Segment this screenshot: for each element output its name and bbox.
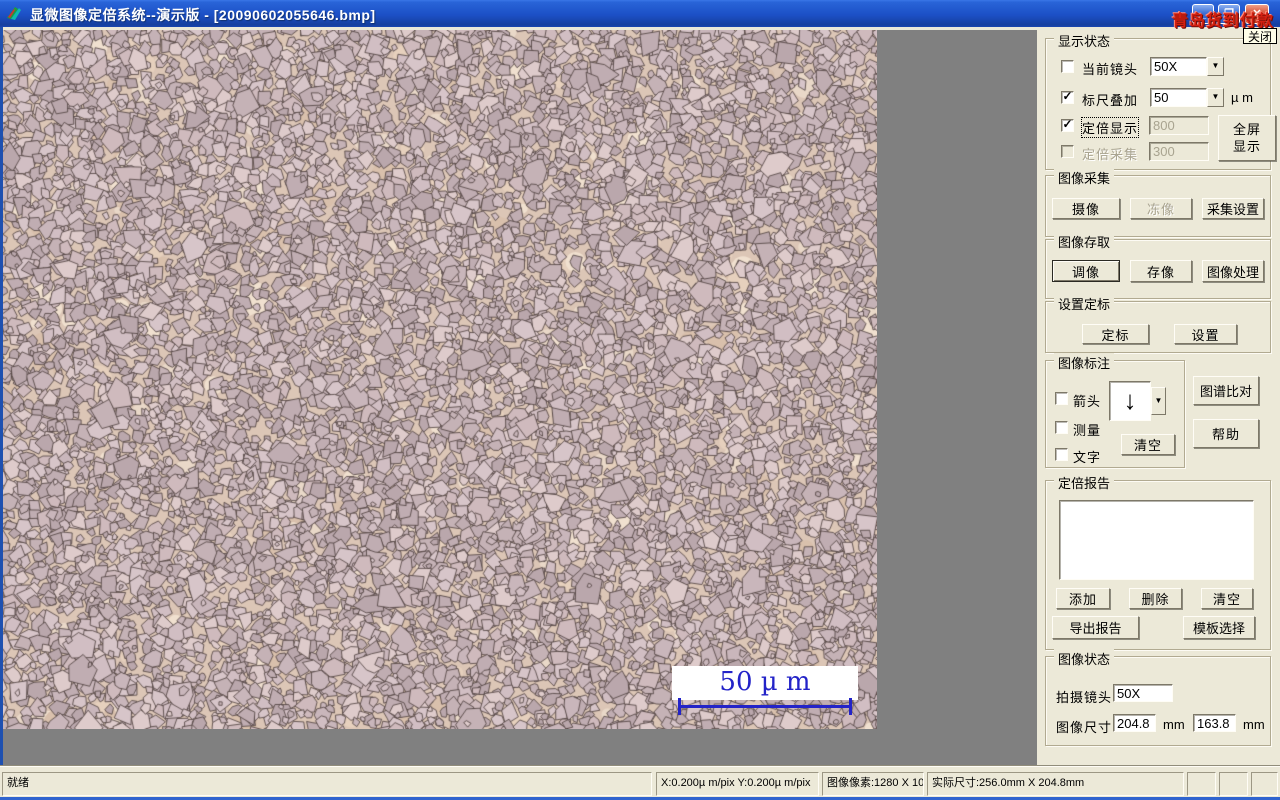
checkbox-ruler-overlay[interactable]: [1061, 91, 1074, 104]
checkbox-ruler-overlay-label: 标尺叠加: [1082, 93, 1139, 108]
scalebar-tick-left: [678, 698, 681, 715]
status-ready: 就绪: [2, 772, 652, 796]
client-area: 50 µ m: [3, 30, 1037, 765]
status-actual-size: 实际尺寸:256.0mm X 204.8mm: [927, 772, 1184, 796]
report-add-button[interactable]: 添加: [1056, 588, 1110, 609]
group-image-status: 图像状态 拍摄镜头 50X 图像尺寸 204.8 mm 163.8 mm: [1045, 649, 1271, 746]
height-unit-label: mm: [1243, 717, 1265, 732]
micrograph-image: [3, 30, 877, 729]
image-process-button[interactable]: 图像处理: [1202, 260, 1264, 282]
fixed-display-value: 800: [1149, 116, 1209, 135]
report-delete-button[interactable]: 删除: [1129, 588, 1182, 609]
lens-value-field: 50X: [1113, 684, 1173, 702]
scalebar-line: [678, 705, 852, 708]
group-capture-title: 图像采集: [1054, 168, 1115, 187]
app-window: 显微图像定倍系统--演示版 - [20090602055646.bmp] _ ❐…: [0, 0, 1280, 800]
group-capture: 图像采集 摄像 冻像 采集设置: [1045, 168, 1271, 237]
ruler-combo-value[interactable]: 50: [1150, 88, 1207, 107]
window-title: 显微图像定倍系统--演示版 - [20090602055646.bmp]: [30, 7, 376, 23]
report-clear-button[interactable]: 清空: [1201, 588, 1253, 609]
checkbox-current-lens-label: 当前镜头: [1082, 62, 1139, 77]
status-empty-3: [1251, 772, 1278, 796]
freeze-button: 冻像: [1130, 198, 1192, 219]
scalebar-tick-right: [849, 698, 852, 715]
app-icon: [7, 7, 21, 20]
arrow-style-dropdown-icon[interactable]: ▼: [1151, 387, 1166, 415]
group-report: 定倍报告 添加 删除 清空 导出报告 模板选择: [1045, 473, 1271, 650]
image-size-label: 图像尺寸: [1056, 720, 1113, 735]
micrograph-viewer[interactable]: 50 µ m: [3, 30, 877, 729]
checkbox-text[interactable]: [1055, 448, 1068, 461]
checkbox-arrow[interactable]: [1055, 392, 1068, 405]
group-calibration-title: 设置定标: [1054, 294, 1115, 313]
shoot-button[interactable]: 摄像: [1052, 198, 1120, 219]
image-width-field: 204.8: [1113, 714, 1156, 732]
group-annotation-title: 图像标注: [1054, 353, 1115, 372]
scalebar-box: 50 µ m: [672, 666, 858, 700]
fixed-capture-value: 300: [1149, 142, 1209, 161]
status-bar: 就绪 X:0.200µ m/pix Y:0.200µ m/pix 图像像素:12…: [0, 765, 1280, 798]
ruler-combo-dropdown-icon[interactable]: ▼: [1207, 88, 1224, 107]
group-calibration: 设置定标 定标 设置: [1045, 294, 1271, 353]
group-image-status-title: 图像状态: [1054, 649, 1115, 668]
ruler-unit-label: µ m: [1231, 90, 1253, 105]
load-image-button[interactable]: 调像: [1052, 260, 1120, 282]
status-scale: X:0.200µ m/pix Y:0.200µ m/pix: [656, 772, 819, 796]
status-empty-2: [1219, 772, 1248, 796]
group-storage: 图像存取 调像 存像 图像处理: [1045, 232, 1271, 299]
group-report-title: 定倍报告: [1054, 473, 1115, 492]
calibration-setup-button[interactable]: 设置: [1174, 324, 1237, 344]
image-height-field: 163.8: [1193, 714, 1236, 732]
checkbox-measure[interactable]: [1055, 421, 1068, 434]
scalebar-label: 50 µ m: [719, 667, 811, 697]
checkbox-fixed-display[interactable]: [1061, 119, 1074, 132]
checkbox-fixed-capture-label: 定倍采集: [1082, 147, 1139, 162]
lens-label: 拍摄镜头: [1056, 690, 1113, 705]
group-annotation: 图像标注 箭头 测量 文字 ↓ ▼ 清空: [1045, 353, 1185, 468]
status-empty-1: [1187, 772, 1216, 796]
checkbox-current-lens[interactable]: [1061, 60, 1074, 73]
checkbox-fixed-display-label: 定倍显示: [1080, 117, 1140, 138]
help-button[interactable]: 帮助: [1193, 419, 1259, 448]
group-storage-title: 图像存取: [1054, 232, 1115, 251]
lens-combo-value[interactable]: 50X: [1150, 57, 1207, 76]
atlas-compare-button[interactable]: 图谱比对: [1193, 376, 1259, 405]
checkbox-text-label: 文字: [1073, 450, 1102, 465]
capture-settings-button[interactable]: 采集设置: [1202, 198, 1264, 219]
control-panel: 显示状态 当前镜头 50X ▼ 标尺叠加 50 ▼ µ m 定倍显示 800 定…: [1037, 30, 1280, 765]
group-display-status-title: 显示状态: [1054, 31, 1115, 50]
save-image-button[interactable]: 存像: [1130, 260, 1192, 282]
calibrate-button[interactable]: 定标: [1082, 324, 1149, 344]
width-unit-label: mm: [1163, 717, 1185, 732]
close-tooltip: 关闭: [1243, 28, 1277, 44]
checkbox-measure-label: 测量: [1073, 423, 1102, 438]
fullscreen-button[interactable]: 全屏显示: [1218, 115, 1276, 161]
status-pixels: 图像像素:1280 X 1024: [822, 772, 924, 796]
template-select-button[interactable]: 模板选择: [1183, 616, 1255, 639]
annotation-clear-button[interactable]: 清空: [1121, 434, 1175, 455]
report-listbox[interactable]: [1059, 500, 1254, 580]
title-bar: 显微图像定倍系统--演示版 - [20090602055646.bmp] _ ❐…: [0, 0, 1280, 30]
arrow-style-combo[interactable]: ↓: [1109, 381, 1151, 421]
group-display-status: 显示状态 当前镜头 50X ▼ 标尺叠加 50 ▼ µ m 定倍显示 800 定…: [1045, 31, 1276, 170]
lens-combo-dropdown-icon[interactable]: ▼: [1207, 57, 1224, 76]
checkbox-arrow-label: 箭头: [1073, 394, 1102, 409]
export-report-button[interactable]: 导出报告: [1052, 616, 1139, 639]
checkbox-fixed-capture: [1061, 145, 1074, 158]
